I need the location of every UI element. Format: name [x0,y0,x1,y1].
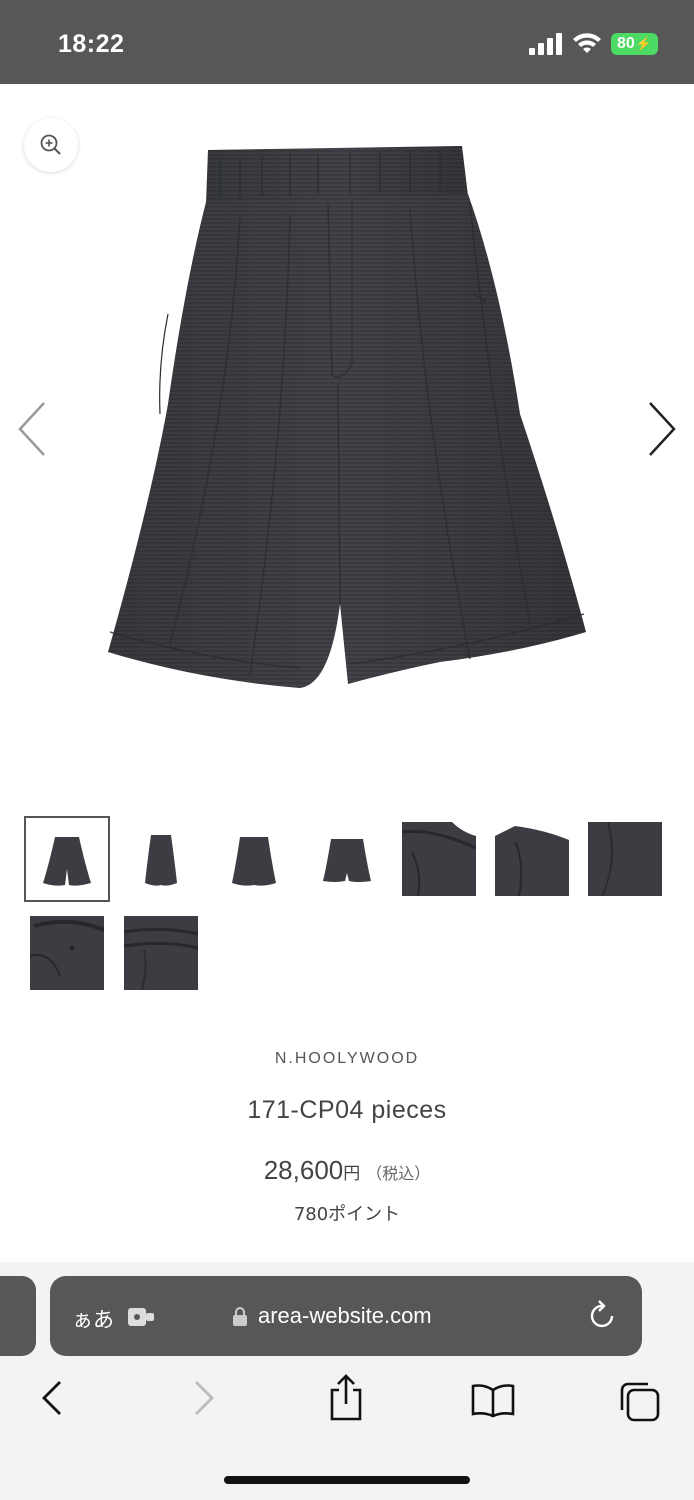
thumbnail-2[interactable] [124,822,198,896]
product-image-viewer[interactable] [0,84,694,784]
thumbnail-7[interactable] [588,822,662,896]
thumbnail-8[interactable] [30,916,104,990]
url-text[interactable]: area-website.com [258,1303,432,1329]
status-icons: 80 ⚡ [529,32,658,56]
reload-icon[interactable] [588,1300,618,1332]
product-info: N.HOOLYWOOD 171-CP04 pieces 28,600円 （税込） … [0,1050,694,1226]
text-size-button[interactable]: ぁあ [72,1304,114,1334]
share-icon[interactable] [328,1372,364,1422]
status-bar: 18:22 80 ⚡ [0,0,694,84]
lock-icon [233,1307,247,1326]
product-title: 171-CP04 pieces [247,1096,447,1124]
price-value: 28,600 [263,1155,344,1185]
product-photo [108,146,586,688]
thumbnail-3[interactable] [217,822,291,896]
battery-level: 80 [617,35,635,52]
chevron-right-icon[interactable] [644,399,678,459]
thumbnail-9[interactable] [124,916,198,990]
bookmarks-icon[interactable] [470,1382,516,1418]
previous-tab-preview[interactable] [0,1276,36,1356]
address-bar[interactable]: ぁあ area-website.com [50,1276,642,1356]
cellular-signal-icon [529,33,563,55]
thumbnail-4[interactable] [310,822,384,896]
price-currency: 円 [343,1164,361,1183]
extension-icon[interactable] [128,1306,158,1328]
charging-bolt-icon: ⚡ [635,36,652,51]
price-tax-note: （税込） [366,1166,431,1183]
back-icon[interactable] [40,1378,66,1418]
wifi-icon [573,33,602,53]
chevron-left-icon[interactable] [16,399,50,459]
tabs-icon[interactable] [618,1380,662,1424]
thumbnail-1[interactable] [24,816,110,902]
thumbnail-6[interactable] [495,822,569,896]
battery-indicator: 80 ⚡ [611,33,658,55]
brand-name[interactable]: N.HOOLYWOOD [0,1050,694,1068]
price: 28,600円 （税込） [0,1155,694,1186]
home-indicator [224,1476,470,1484]
status-time: 18:22 [58,30,125,58]
forward-icon[interactable] [190,1378,216,1418]
thumbnail-5[interactable] [402,822,476,896]
reward-points: 780ポイント [293,1204,401,1225]
